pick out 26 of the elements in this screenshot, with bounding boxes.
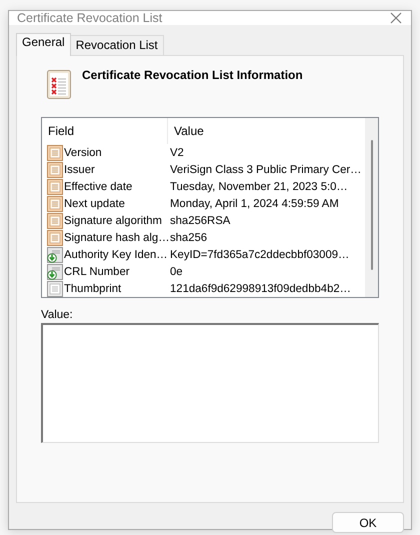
field-value[interactable]: sha256: [168, 232, 208, 244]
field-name[interactable]: Version: [64, 146, 102, 158]
field-value[interactable]: KeyID=7fd365a7c2ddecbbf03009…: [168, 248, 350, 260]
field-value[interactable]: V2: [168, 146, 184, 158]
tab[interactable]: Revocation List: [70, 35, 164, 55]
column-header[interactable]: Field: [42, 118, 168, 144]
field-name[interactable]: Issuer: [64, 164, 95, 176]
tab[interactable]: General: [16, 33, 71, 56]
field-value[interactable]: sha256RSA: [168, 214, 230, 226]
field-name[interactable]: Next update: [64, 198, 125, 210]
field-name[interactable]: Authority Key Iden…: [64, 248, 168, 260]
field-name[interactable]: Thumbprint: [64, 282, 122, 294]
value-label: Value:: [41, 309, 74, 321]
field-value[interactable]: 0e: [168, 266, 183, 278]
field-value[interactable]: VeriSign Class 3 Public Primary Cer…: [168, 164, 362, 176]
ok-button[interactable]: OK: [332, 512, 404, 533]
field-value[interactable]: Tuesday, November 21, 2023 5:0…: [168, 180, 348, 192]
field-name[interactable]: Signature hash alg…: [64, 232, 170, 244]
field-name[interactable]: Signature algorithm: [64, 214, 162, 226]
column-header[interactable]: Value: [168, 118, 365, 144]
section-heading: Certificate Revocation List Information: [82, 68, 303, 82]
field-name[interactable]: CRL Number: [64, 266, 130, 278]
field-value[interactable]: 121da6f9d62998913f09dedbb4b2…: [168, 282, 351, 294]
window-title: Certificate Revocation List: [17, 11, 162, 25]
field-name[interactable]: Effective date: [64, 180, 132, 192]
field-value[interactable]: Monday, April 1, 2024 4:59:59 AM: [168, 198, 339, 210]
